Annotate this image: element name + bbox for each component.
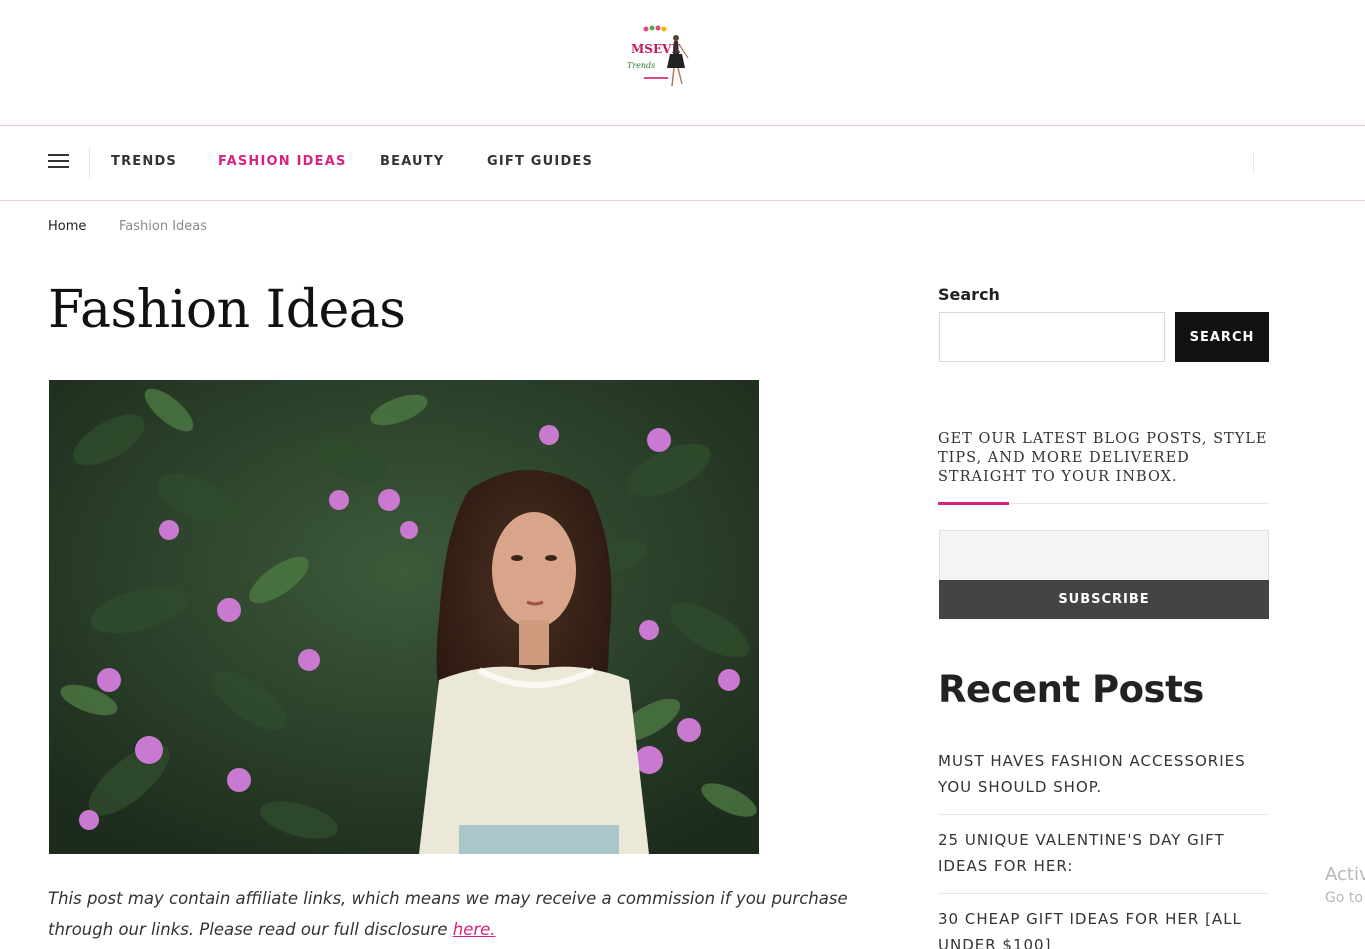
nav-item-fashion-ideas[interactable]: FASHION IDEAS: [218, 154, 347, 169]
affiliate-disclosure: This post may contain affiliate links, w…: [48, 883, 898, 945]
newsletter-accent-bar: [938, 502, 1009, 505]
breadcrumb-home-link[interactable]: Home: [48, 219, 86, 234]
search-input[interactable]: [939, 312, 1165, 362]
activate-windows-watermark: Activ: [1325, 864, 1365, 885]
recent-posts-title: Recent Posts: [938, 668, 1204, 711]
nav-item-gift-guides[interactable]: GIFT GUIDES: [487, 154, 593, 169]
nav-item-beauty[interactable]: BEAUTY: [380, 154, 445, 169]
site-logo[interactable]: MSEVE Trends: [624, 24, 694, 90]
main-nav: TRENDS FASHION IDEAS BEAUTY GIFT GUIDES: [0, 126, 1365, 201]
subscribe-button[interactable]: SUBSCRIBE: [939, 580, 1269, 619]
email-field[interactable]: [939, 530, 1269, 580]
feature-image[interactable]: [49, 380, 759, 854]
search-label: Search: [938, 285, 1000, 304]
recent-posts-list: MUST HAVES FASHION ACCESSORIES YOU SHOUL…: [938, 748, 1269, 949]
logo-subtext: Trends: [627, 61, 655, 70]
search-button[interactable]: SEARCH: [1175, 312, 1269, 362]
site-header: MSEVE Trends: [0, 0, 1365, 126]
hamburger-menu-icon[interactable]: [48, 154, 70, 170]
recent-post-item[interactable]: 30 CHEAP GIFT IDEAS FOR HER [ALL UNDER $…: [938, 906, 1269, 949]
activate-windows-subtext: Go to: [1325, 890, 1363, 906]
disclosure-link[interactable]: here.: [453, 920, 496, 939]
nav-divider: [89, 147, 90, 178]
woman-flowers-photo-icon: [49, 380, 759, 854]
recent-post-item[interactable]: 25 UNIQUE VALENTINE'S DAY GIFT IDEAS FOR…: [938, 827, 1269, 894]
disclosure-text: This post may contain affiliate links, w…: [48, 889, 848, 939]
nav-item-trends[interactable]: TRENDS: [111, 154, 177, 169]
recent-post-item[interactable]: MUST HAVES FASHION ACCESSORIES YOU SHOUL…: [938, 748, 1269, 815]
page-title: Fashion Ideas: [48, 280, 406, 340]
breadcrumb-current: Fashion Ideas: [119, 219, 208, 234]
nav-divider-right: [1253, 152, 1254, 174]
newsletter-heading: GET OUR LATEST BLOG POSTS, STYLE TIPS, A…: [938, 431, 1268, 485]
fashion-girl-logo-icon: MSEVE Trends: [627, 25, 689, 87]
